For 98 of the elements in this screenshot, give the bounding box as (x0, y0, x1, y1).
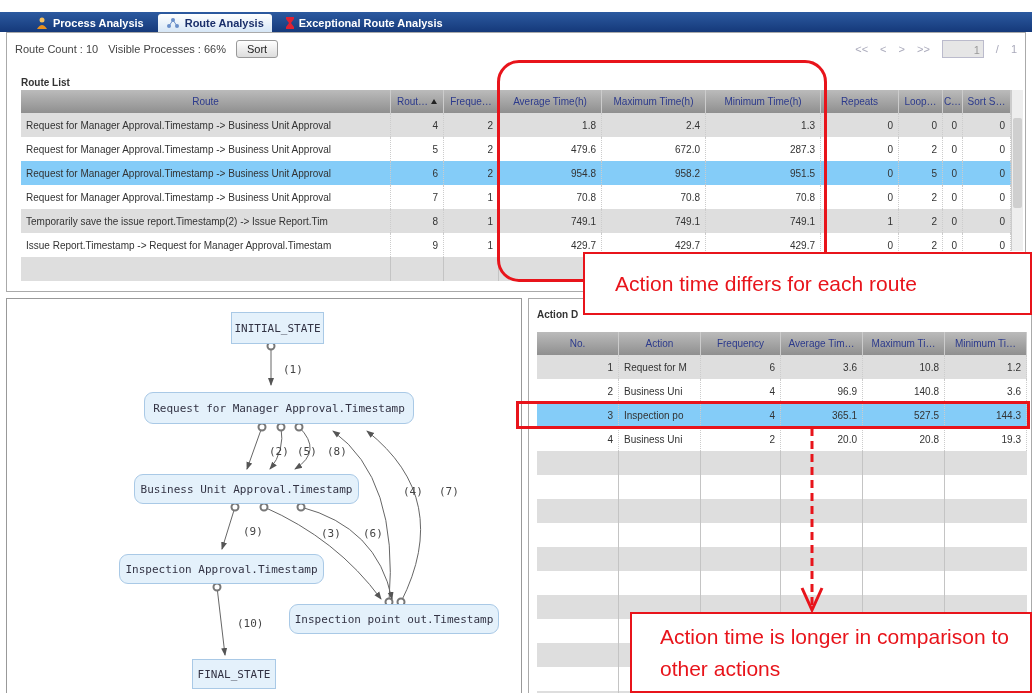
process-node[interactable]: Request for Manager Approval.Timestamp (144, 392, 414, 424)
table-cell: 1.2 (945, 355, 1027, 379)
table-cell: 4 (391, 113, 444, 137)
next-page-link[interactable]: > (898, 43, 905, 55)
column-header[interactable]: Freque… (444, 90, 499, 113)
network-icon (165, 17, 180, 29)
column-header[interactable]: No. (537, 332, 619, 355)
last-page-link[interactable]: >> (916, 43, 930, 55)
table-cell: 365.1 (781, 403, 863, 427)
sort-button[interactable]: Sort (236, 40, 279, 58)
column-header[interactable]: Average Tim… (781, 332, 863, 355)
table-cell: Request for Manager Approval.Timestamp -> Business Unit Approval (21, 113, 391, 137)
table-cell: 2 (444, 161, 499, 185)
column-header[interactable]: Loop… (899, 90, 943, 113)
connector (269, 422, 286, 470)
column-header[interactable]: Minimum Ti… (945, 332, 1027, 355)
table-cell: Temporarily save the issue report.Timestamp(2) -> Issue Report.Tim (21, 209, 391, 233)
table-cell: 8 (391, 209, 444, 233)
column-header[interactable]: Action (619, 332, 701, 355)
connector (246, 422, 267, 470)
table-cell: 0 (821, 113, 899, 137)
table-cell: 0 (943, 209, 963, 233)
page-total: 1 (1010, 43, 1017, 55)
table-cell: 0 (963, 209, 1011, 233)
process-node[interactable]: Business Unit Approval.Timestamp (134, 474, 359, 504)
table-cell: 3 (537, 403, 619, 427)
column-header[interactable]: Rout… (391, 90, 444, 113)
column-header[interactable]: Sort S… (963, 90, 1011, 113)
edge-label: (8) (327, 445, 347, 458)
tab[interactable]: Route Analysis (157, 14, 272, 32)
column-header[interactable]: Maximum Time(h) (602, 90, 706, 113)
table-cell: 3.6 (781, 355, 863, 379)
tab[interactable]: Exceptional Route Analysis (277, 14, 451, 32)
table-cell: 0 (943, 113, 963, 137)
table-cell: 749.1 (706, 209, 821, 233)
callout-text: Action time differs for each route (583, 252, 1032, 315)
table-cell: 0 (899, 113, 943, 137)
table-cell: 1 (444, 209, 499, 233)
process-node[interactable]: INITIAL_STATE (231, 312, 324, 344)
page-separator: / (995, 43, 999, 55)
callout-text: Action time is longer in comparison to other actions (630, 612, 1032, 693)
table-cell: 749.1 (499, 209, 602, 233)
visible-processes: Visible Processes : 66% (108, 43, 226, 55)
table-cell: 0 (963, 113, 1011, 137)
table-cell: 0 (943, 161, 963, 185)
edge-label: (10) (237, 617, 264, 630)
scrollbar[interactable] (1011, 90, 1023, 251)
edge-label: (7) (439, 485, 459, 498)
hourglass-icon (285, 17, 294, 29)
edge-label: (9) (243, 525, 263, 538)
table-cell: 1 (537, 355, 619, 379)
column-header[interactable]: Average Time(h) (499, 90, 602, 113)
edge-label: (5) (297, 445, 317, 458)
table-cell: 4 (701, 403, 781, 427)
table-cell: 6 (391, 161, 444, 185)
table-cell: 2 (444, 113, 499, 137)
table-cell: Request for Manager Approval.Timestamp -> Business Unit Approval (21, 161, 391, 185)
edge-label: (3) (321, 527, 341, 540)
edge-label: (4) (403, 485, 423, 498)
table-cell: 954.8 (499, 161, 602, 185)
column-header[interactable]: C… (943, 90, 963, 113)
column-header[interactable]: Maximum Ti… (863, 332, 945, 355)
table-cell: Request for M (619, 355, 701, 379)
previous-page-link[interactable]: < (880, 43, 887, 55)
section-title: Action D (537, 308, 579, 322)
table-cell: 0 (963, 161, 1011, 185)
process-node[interactable]: FINAL_STATE (192, 659, 276, 689)
table-cell: 2 (899, 209, 943, 233)
route-count: Route Count : 10 (15, 43, 99, 55)
section-title: Route List (20, 76, 70, 90)
column-header[interactable]: Minimum Time(h) (706, 90, 821, 113)
process-node[interactable]: Inspection Approval.Timestamp (119, 554, 324, 584)
table-cell: 144.3 (945, 403, 1027, 427)
page-input-field[interactable]: 1 (941, 40, 984, 58)
edge-label: (1) (283, 363, 303, 376)
table-cell: 527.5 (863, 403, 945, 427)
column-header[interactable]: Route (21, 90, 391, 113)
table-cell: 0 (821, 161, 899, 185)
table-cell: 951.5 (706, 161, 821, 185)
table-cell: 958.2 (602, 161, 706, 185)
table-cell: 1.3 (706, 113, 821, 137)
table-cell: 10.8 (863, 355, 945, 379)
column-header[interactable]: Frequency (701, 332, 781, 355)
tab[interactable]: Process Analysis (28, 14, 152, 32)
first-page-link[interactable]: << (855, 43, 869, 55)
table-cell: 749.1 (602, 209, 706, 233)
table-cell: 5 (899, 161, 943, 185)
table-cell: 1.8 (499, 113, 602, 137)
table-cell: 6 (701, 355, 781, 379)
connector (221, 502, 240, 550)
table-cell: Inspection po (619, 403, 701, 427)
edge-label: (2) (269, 445, 289, 458)
edge-label: (6) (363, 527, 383, 540)
table-cell: 1 (821, 209, 899, 233)
table-cell: 2.4 (602, 113, 706, 137)
column-header[interactable]: Repeats (821, 90, 899, 113)
process-node[interactable]: Inspection point out.Timestamp (289, 604, 499, 634)
person-icon (36, 17, 48, 29)
